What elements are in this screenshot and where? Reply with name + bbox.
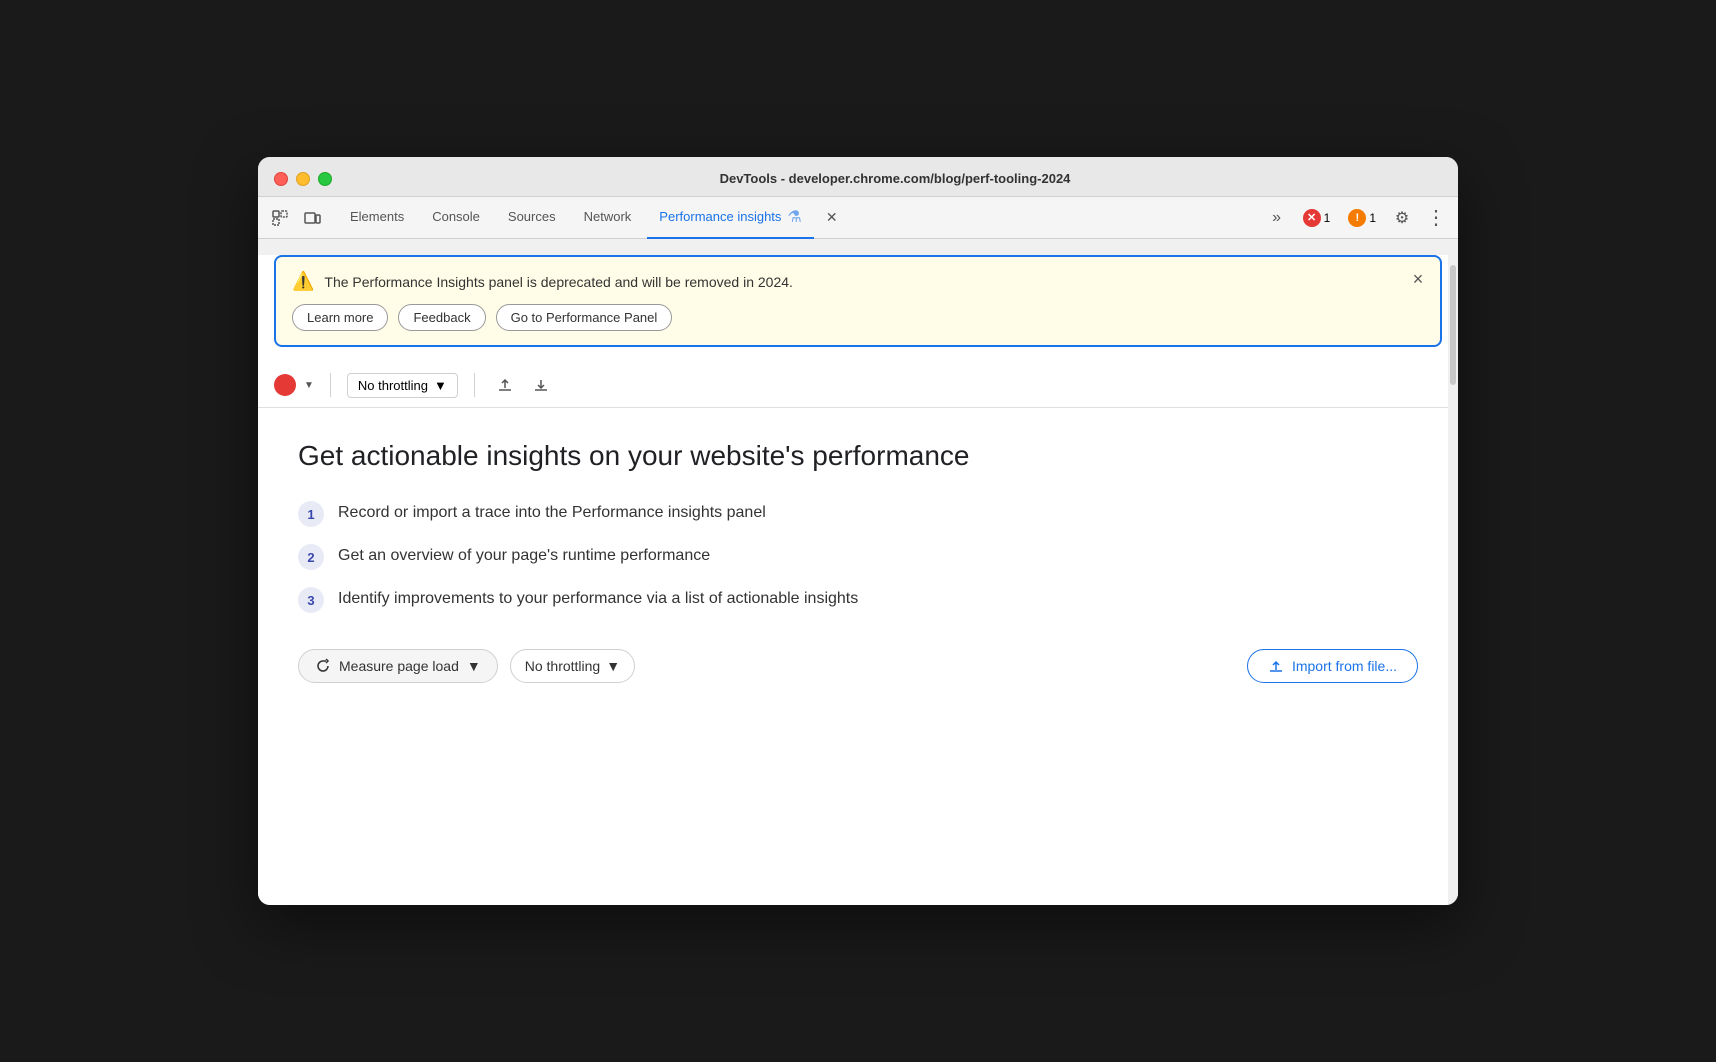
settings-icon[interactable]: ⚙ xyxy=(1388,204,1416,232)
recording-bar: ▼ No throttling ▼ xyxy=(258,363,1458,408)
feedback-button[interactable]: Feedback xyxy=(398,304,485,331)
banner-close-button[interactable]: × xyxy=(1406,267,1430,291)
error-count: 1 xyxy=(1324,211,1331,225)
devtools-toolbar: Elements Console Sources Network Perform… xyxy=(258,197,1458,239)
banner-buttons-row: Learn more Feedback Go to Performance Pa… xyxy=(292,304,1424,331)
upload-icon[interactable] xyxy=(491,371,519,399)
warning-badge-button[interactable]: ! 1 xyxy=(1342,207,1382,229)
inspect-element-icon[interactable] xyxy=(266,204,294,232)
list-item: 3 Identify improvements to your performa… xyxy=(298,586,1418,613)
throttle-label: No throttling xyxy=(358,378,428,393)
toolbar-right-group: » ✕ 1 ! 1 ⚙ ⋮ xyxy=(1263,204,1450,232)
step-number-2: 2 xyxy=(298,544,324,570)
throttle2-label: No throttling xyxy=(525,658,600,674)
error-badge-button[interactable]: ✕ 1 xyxy=(1297,207,1337,229)
download-icon[interactable] xyxy=(527,371,555,399)
page-title: Get actionable insights on your website'… xyxy=(298,440,1418,472)
error-icon: ✕ xyxy=(1303,209,1321,227)
devtools-window: DevTools - developer.chrome.com/blog/per… xyxy=(258,157,1458,905)
devtools-content-wrapper: ⚠️ The Performance Insights panel is dep… xyxy=(258,255,1458,905)
throttle-arrow-icon: ▼ xyxy=(434,378,447,393)
import-icon xyxy=(1268,658,1284,674)
step-text-2: Get an overview of your page's runtime p… xyxy=(338,543,710,569)
tab-performance-insights[interactable]: Performance insights ⚗ xyxy=(647,197,813,239)
import-export-buttons xyxy=(491,371,555,399)
step-number-3: 3 xyxy=(298,587,324,613)
throttle-dropdown[interactable]: No throttling ▼ xyxy=(347,373,458,398)
throttle2-dropdown[interactable]: No throttling ▼ xyxy=(510,649,635,683)
bottom-controls: Measure page load ▼ No throttling ▼ Impo… xyxy=(298,649,1418,683)
tab-console[interactable]: Console xyxy=(420,197,492,239)
performance-insights-icon: ⚗ xyxy=(787,207,801,227)
banner-message-row: ⚠️ The Performance Insights panel is dep… xyxy=(292,271,1424,292)
deprecation-banner: ⚠️ The Performance Insights panel is dep… xyxy=(274,255,1442,347)
more-options-icon[interactable]: ⋮ xyxy=(1422,204,1450,232)
measure-page-load-button[interactable]: Measure page load ▼ xyxy=(298,649,498,683)
warning-triangle-icon: ⚠️ xyxy=(292,271,314,292)
refresh-icon xyxy=(315,658,331,674)
divider2 xyxy=(474,373,475,397)
import-label: Import from file... xyxy=(1292,658,1397,674)
main-content: Get actionable insights on your website'… xyxy=(258,408,1458,715)
record-dropdown-arrow[interactable]: ▼ xyxy=(304,380,314,391)
toolbar-icon-group xyxy=(266,204,326,232)
step-number-1: 1 xyxy=(298,501,324,527)
tab-network[interactable]: Network xyxy=(572,197,644,239)
list-item: 1 Record or import a trace into the Perf… xyxy=(298,500,1418,527)
titlebar: DevTools - developer.chrome.com/blog/per… xyxy=(258,157,1458,197)
divider xyxy=(330,373,331,397)
learn-more-button[interactable]: Learn more xyxy=(292,304,388,331)
maximize-button[interactable] xyxy=(318,172,332,186)
devtools-content: ⚠️ The Performance Insights panel is dep… xyxy=(258,255,1458,905)
record-button[interactable] xyxy=(274,374,296,396)
banner-text: The Performance Insights panel is deprec… xyxy=(324,274,793,290)
step-text-1: Record or import a trace into the Perfor… xyxy=(338,500,766,526)
list-item: 2 Get an overview of your page's runtime… xyxy=(298,543,1418,570)
traffic-lights xyxy=(274,172,332,186)
warning-icon: ! xyxy=(1348,209,1366,227)
measure-label: Measure page load xyxy=(339,658,459,674)
step-text-3: Identify improvements to your performanc… xyxy=(338,586,858,612)
warning-count: 1 xyxy=(1369,211,1376,225)
steps-list: 1 Record or import a trace into the Perf… xyxy=(298,500,1418,613)
tab-sources[interactable]: Sources xyxy=(496,197,568,239)
close-button[interactable] xyxy=(274,172,288,186)
window-title: DevTools - developer.chrome.com/blog/per… xyxy=(348,171,1442,186)
minimize-button[interactable] xyxy=(296,172,310,186)
close-panel-icon[interactable]: ✕ xyxy=(818,204,846,232)
go-to-performance-panel-button[interactable]: Go to Performance Panel xyxy=(496,304,673,331)
more-tabs-icon[interactable]: » xyxy=(1263,204,1291,232)
tab-elements[interactable]: Elements xyxy=(338,197,416,239)
measure-arrow-icon: ▼ xyxy=(467,658,481,674)
throttle2-arrow-icon: ▼ xyxy=(606,658,620,674)
import-from-file-button[interactable]: Import from file... xyxy=(1247,649,1418,683)
device-toggle-icon[interactable] xyxy=(298,204,326,232)
